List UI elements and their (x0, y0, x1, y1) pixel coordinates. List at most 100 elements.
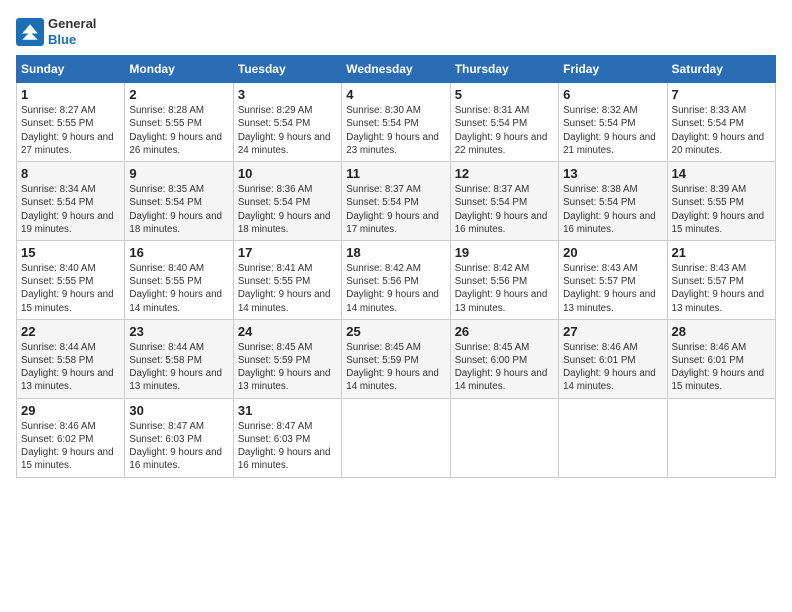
calendar-cell: 16 Sunrise: 8:40 AM Sunset: 5:55 PM Dayli… (125, 240, 233, 319)
calendar-cell: 30 Sunrise: 8:47 AM Sunset: 6:03 PM Dayli… (125, 398, 233, 477)
header-friday: Friday (559, 56, 667, 83)
calendar-cell: 5 Sunrise: 8:31 AM Sunset: 5:54 PM Daylig… (450, 83, 558, 162)
day-number: 17 (238, 245, 337, 260)
day-number: 14 (672, 166, 771, 181)
day-number: 12 (455, 166, 554, 181)
week-row-3: 15 Sunrise: 8:40 AM Sunset: 5:55 PM Dayli… (17, 240, 776, 319)
day-detail: Sunrise: 8:38 AM Sunset: 5:54 PM Dayligh… (563, 183, 662, 236)
day-detail: Sunrise: 8:35 AM Sunset: 5:54 PM Dayligh… (129, 183, 228, 236)
day-number: 29 (21, 403, 120, 418)
day-number: 10 (238, 166, 337, 181)
calendar-cell: 23 Sunrise: 8:44 AM Sunset: 5:58 PM Dayli… (125, 319, 233, 398)
day-detail: Sunrise: 8:43 AM Sunset: 5:57 PM Dayligh… (672, 262, 771, 315)
day-detail: Sunrise: 8:40 AM Sunset: 5:55 PM Dayligh… (129, 262, 228, 315)
calendar-cell: 22 Sunrise: 8:44 AM Sunset: 5:58 PM Dayli… (17, 319, 125, 398)
day-detail: Sunrise: 8:45 AM Sunset: 5:59 PM Dayligh… (238, 341, 337, 394)
day-number: 6 (563, 87, 662, 102)
week-row-2: 8 Sunrise: 8:34 AM Sunset: 5:54 PM Daylig… (17, 162, 776, 241)
day-detail: Sunrise: 8:41 AM Sunset: 5:55 PM Dayligh… (238, 262, 337, 315)
day-detail: Sunrise: 8:47 AM Sunset: 6:03 PM Dayligh… (238, 420, 337, 473)
header-saturday: Saturday (667, 56, 775, 83)
day-detail: Sunrise: 8:29 AM Sunset: 5:54 PM Dayligh… (238, 104, 337, 157)
calendar-cell (667, 398, 775, 477)
calendar-cell: 21 Sunrise: 8:43 AM Sunset: 5:57 PM Dayli… (667, 240, 775, 319)
day-detail: Sunrise: 8:44 AM Sunset: 5:58 PM Dayligh… (129, 341, 228, 394)
day-number: 22 (21, 324, 120, 339)
logo-icon (16, 18, 44, 46)
calendar-cell: 6 Sunrise: 8:32 AM Sunset: 5:54 PM Daylig… (559, 83, 667, 162)
day-number: 23 (129, 324, 228, 339)
calendar-cell: 3 Sunrise: 8:29 AM Sunset: 5:54 PM Daylig… (233, 83, 341, 162)
day-number: 25 (346, 324, 445, 339)
calendar-cell: 25Sunrise: 8:45 AM Sunset: 5:59 PM Dayli… (342, 319, 450, 398)
header-thursday: Thursday (450, 56, 558, 83)
day-detail: Sunrise: 8:44 AM Sunset: 5:58 PM Dayligh… (21, 341, 120, 394)
day-detail: Sunrise: 8:37 AM Sunset: 5:54 PM Dayligh… (455, 183, 554, 236)
calendar-cell: 4 Sunrise: 8:30 AM Sunset: 5:54 PM Daylig… (342, 83, 450, 162)
day-number: 19 (455, 245, 554, 260)
calendar-cell: 20 Sunrise: 8:43 AM Sunset: 5:57 PM Dayli… (559, 240, 667, 319)
day-detail: Sunrise: 8:43 AM Sunset: 5:57 PM Dayligh… (563, 262, 662, 315)
calendar-cell: 29 Sunrise: 8:46 AM Sunset: 6:02 PM Dayli… (17, 398, 125, 477)
day-detail: Sunrise: 8:37 AM Sunset: 5:54 PM Dayligh… (346, 183, 445, 236)
day-number: 2 (129, 87, 228, 102)
day-detail: Sunrise: 8:47 AM Sunset: 6:03 PM Dayligh… (129, 420, 228, 473)
day-number: 9 (129, 166, 228, 181)
calendar-cell: 18 Sunrise: 8:42 AM Sunset: 5:56 PM Dayli… (342, 240, 450, 319)
calendar-table: SundayMondayTuesdayWednesdayThursdayFrid… (16, 55, 776, 477)
day-number: 27 (563, 324, 662, 339)
day-detail: Sunrise: 8:34 AM Sunset: 5:54 PM Dayligh… (21, 183, 120, 236)
day-detail: Sunrise: 8:42 AM Sunset: 5:56 PM Dayligh… (455, 262, 554, 315)
day-number: 16 (129, 245, 228, 260)
header-wednesday: Wednesday (342, 56, 450, 83)
day-number: 18 (346, 245, 445, 260)
day-number: 5 (455, 87, 554, 102)
calendar-cell: 28Sunrise: 8:46 AM Sunset: 6:01 PM Dayli… (667, 319, 775, 398)
day-detail: Sunrise: 8:32 AM Sunset: 5:54 PM Dayligh… (563, 104, 662, 157)
day-detail: Sunrise: 8:46 AM Sunset: 6:02 PM Dayligh… (21, 420, 120, 473)
day-detail: Sunrise: 8:42 AM Sunset: 5:56 PM Dayligh… (346, 262, 445, 315)
day-number: 24 (238, 324, 337, 339)
calendar-cell: 7 Sunrise: 8:33 AM Sunset: 5:54 PM Daylig… (667, 83, 775, 162)
day-number: 7 (672, 87, 771, 102)
day-number: 26 (455, 324, 554, 339)
header-tuesday: Tuesday (233, 56, 341, 83)
calendar-cell: 9 Sunrise: 8:35 AM Sunset: 5:54 PM Daylig… (125, 162, 233, 241)
day-number: 15 (21, 245, 120, 260)
calendar-cell: 24 Sunrise: 8:45 AM Sunset: 5:59 PM Dayli… (233, 319, 341, 398)
day-detail: Sunrise: 8:31 AM Sunset: 5:54 PM Dayligh… (455, 104, 554, 157)
day-detail: Sunrise: 8:27 AM Sunset: 5:55 PM Dayligh… (21, 104, 120, 157)
header-sunday: Sunday (17, 56, 125, 83)
day-detail: Sunrise: 8:30 AM Sunset: 5:54 PM Dayligh… (346, 104, 445, 157)
calendar-cell: 8 Sunrise: 8:34 AM Sunset: 5:54 PM Daylig… (17, 162, 125, 241)
calendar-cell: 26 Sunrise: 8:45 AM Sunset: 6:00 PM Dayli… (450, 319, 558, 398)
day-number: 1 (21, 87, 120, 102)
week-row-1: 1 Sunrise: 8:27 AM Sunset: 5:55 PM Daylig… (17, 83, 776, 162)
calendar-cell: 13Sunrise: 8:38 AM Sunset: 5:54 PM Dayli… (559, 162, 667, 241)
calendar-cell: 27 Sunrise: 8:46 AM Sunset: 6:01 PM Dayli… (559, 319, 667, 398)
day-number: 21 (672, 245, 771, 260)
header-monday: Monday (125, 56, 233, 83)
day-number: 20 (563, 245, 662, 260)
calendar-cell (450, 398, 558, 477)
day-number: 31 (238, 403, 337, 418)
calendar-cell: 31 Sunrise: 8:47 AM Sunset: 6:03 PM Dayli… (233, 398, 341, 477)
day-detail: Sunrise: 8:46 AM Sunset: 6:01 PM Dayligh… (563, 341, 662, 394)
calendar-cell: 19 Sunrise: 8:42 AM Sunset: 5:56 PM Dayli… (450, 240, 558, 319)
day-detail: Sunrise: 8:33 AM Sunset: 5:54 PM Dayligh… (672, 104, 771, 157)
calendar-body: 1 Sunrise: 8:27 AM Sunset: 5:55 PM Daylig… (17, 83, 776, 477)
calendar-cell (559, 398, 667, 477)
day-number: 3 (238, 87, 337, 102)
day-detail: Sunrise: 8:45 AM Sunset: 6:00 PM Dayligh… (455, 341, 554, 394)
logo: GeneralBlue (16, 16, 96, 47)
day-number: 11 (346, 166, 445, 181)
day-number: 8 (21, 166, 120, 181)
calendar-cell: 17 Sunrise: 8:41 AM Sunset: 5:55 PM Dayli… (233, 240, 341, 319)
calendar-cell: 2Sunrise: 8:28 AM Sunset: 5:55 PM Daylig… (125, 83, 233, 162)
calendar-header-row: SundayMondayTuesdayWednesdayThursdayFrid… (17, 56, 776, 83)
day-detail: Sunrise: 8:40 AM Sunset: 5:55 PM Dayligh… (21, 262, 120, 315)
day-detail: Sunrise: 8:39 AM Sunset: 5:55 PM Dayligh… (672, 183, 771, 236)
calendar-cell (342, 398, 450, 477)
day-number: 30 (129, 403, 228, 418)
day-number: 4 (346, 87, 445, 102)
